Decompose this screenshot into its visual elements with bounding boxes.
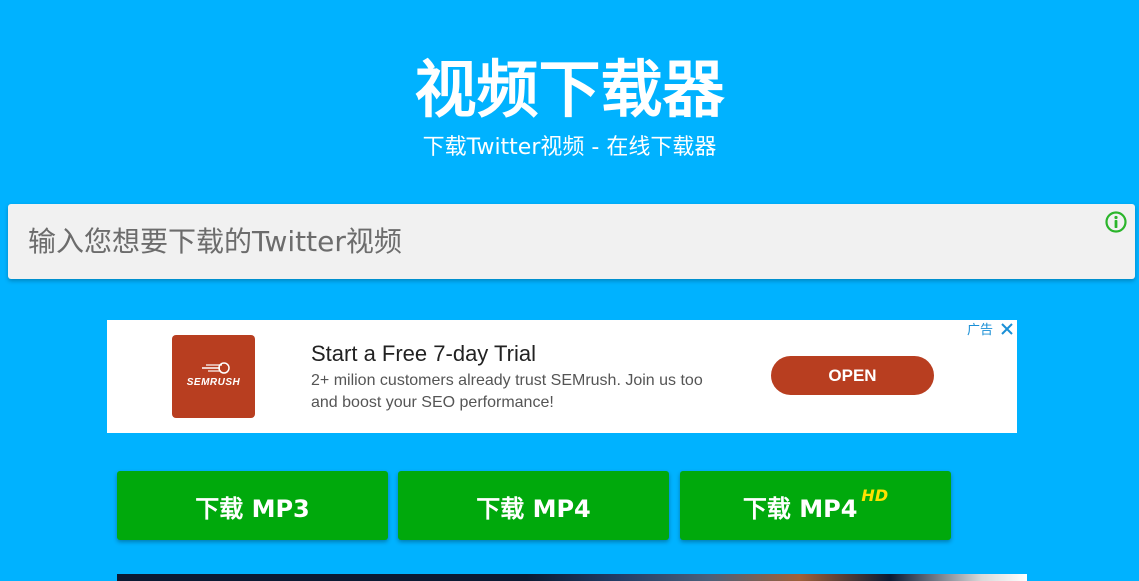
advertisement[interactable]: SEMRUSH Start a Free 7-day Trial 2+ mili… (107, 320, 1017, 433)
download-mp4-label: 下载 MP4 (476, 495, 591, 523)
ad-label[interactable]: 广告 (967, 322, 993, 338)
page-title: 视频下载器 (414, 53, 725, 126)
search-input[interactable] (8, 204, 1088, 279)
download-mp3-label: 下载 MP3 (195, 495, 310, 523)
ad-description: 2+ milion customers already trust SEMrus… (311, 372, 703, 411)
page-subtitle: 下载Twitter视频 - 在线下载器 (422, 135, 717, 160)
download-mp3-button[interactable]: 下载 MP3 (117, 471, 388, 540)
download-mp4-hd-button[interactable]: 下载 MP4 HD (680, 471, 951, 540)
page: 视频下载器 下载Twitter视频 - 在线下载器 SEMRUSH Start … (0, 0, 1139, 581)
download-mp4-button[interactable]: 下载 MP4 (398, 471, 669, 540)
search-box (8, 204, 1135, 279)
semrush-flame-icon (202, 362, 230, 374)
hd-badge: HD (861, 486, 889, 505)
bottom-ad-banner[interactable] (117, 574, 1027, 581)
info-circle-icon[interactable] (1105, 211, 1127, 233)
semrush-logo-text: SEMRUSH (186, 377, 241, 388)
close-icon[interactable] (1000, 322, 1014, 336)
ad-open-button[interactable]: OPEN (771, 356, 934, 395)
ad-headline[interactable]: Start a Free 7-day Trial (311, 340, 536, 368)
semrush-logo[interactable]: SEMRUSH (172, 335, 255, 418)
download-mp4-hd-label: 下载 MP4 (742, 495, 858, 523)
